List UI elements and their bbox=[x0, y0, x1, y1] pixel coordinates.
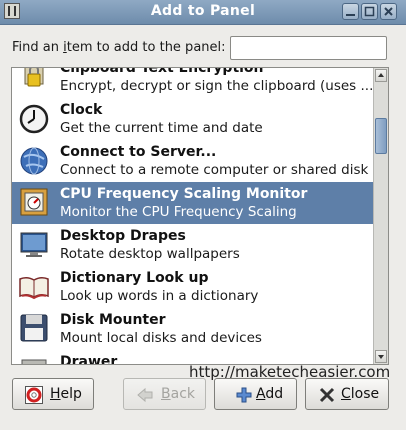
chevron-down-icon bbox=[378, 355, 384, 359]
back-arrow-icon bbox=[137, 387, 153, 403]
close-button-label: Close bbox=[341, 386, 379, 402]
item-desc: Look up words in a dictionary bbox=[60, 288, 259, 304]
item-name: Clipboard Text Encryption bbox=[60, 67, 264, 76]
close-rest: lose bbox=[350, 386, 380, 402]
item-desc: Get the current time and date bbox=[60, 120, 263, 136]
search-label-suffix: tem to add to the panel: bbox=[66, 40, 226, 55]
search-label: Find an item to add to the panel: bbox=[12, 40, 226, 55]
minimize-icon bbox=[346, 14, 355, 16]
help-button[interactable]: Help bbox=[12, 378, 94, 410]
item-name: CPU Frequency Scaling Monitor bbox=[60, 186, 308, 202]
chevron-up-icon bbox=[378, 73, 384, 77]
item-desc: Connect to a remote computer or shared d… bbox=[60, 162, 369, 178]
monitor-icon bbox=[20, 232, 48, 257]
search-label-prefix: Find an bbox=[12, 40, 64, 55]
list-item-clock[interactable]: Clock Get the current time and date bbox=[12, 98, 374, 140]
drawer-icon bbox=[21, 359, 47, 364]
clock-icon bbox=[19, 104, 49, 134]
scroll-thumb[interactable] bbox=[375, 118, 387, 154]
list-item-connect-to-server[interactable]: Connect to Server... Connect to a remote… bbox=[12, 140, 374, 182]
help-mnemonic: H bbox=[50, 386, 61, 402]
help-button-label: Help bbox=[50, 386, 82, 402]
minimize-button[interactable] bbox=[342, 3, 359, 20]
close-x-icon bbox=[319, 387, 335, 403]
back-button-label: Back bbox=[161, 386, 195, 402]
book-icon bbox=[19, 276, 49, 300]
scroll-down-button[interactable] bbox=[375, 350, 387, 363]
applet-list[interactable]: Clipboard Text Encryption Encrypt, decry… bbox=[11, 67, 389, 365]
titlebar[interactable]: Add to Panel bbox=[0, 0, 406, 25]
help-rest: elp bbox=[60, 386, 82, 402]
item-desc: Encrypt, decrypt or sign the clipboard (… bbox=[60, 78, 374, 94]
add-rest: dd bbox=[265, 386, 284, 402]
back-mnemonic: B bbox=[161, 386, 171, 402]
item-name: Dictionary Look up bbox=[60, 270, 209, 286]
search-input[interactable] bbox=[230, 36, 387, 60]
item-desc: Monitor the CPU Frequency Scaling bbox=[60, 204, 297, 220]
list-item-desktop-drapes[interactable]: Desktop Drapes Rotate desktop wallpapers bbox=[12, 224, 374, 266]
item-name: Drawer bbox=[60, 354, 118, 365]
list-item-cpu-frequency-scaling-monitor[interactable]: CPU Frequency Scaling Monitor Monitor th… bbox=[12, 182, 374, 224]
add-to-panel-window: Add to Panel Find an item to add to the … bbox=[0, 0, 406, 430]
close-window-button[interactable] bbox=[380, 3, 397, 20]
item-desc: Mount local disks and devices bbox=[60, 330, 262, 346]
lock-icon bbox=[24, 68, 44, 87]
globe-icon bbox=[20, 147, 48, 175]
add-mnemonic: A bbox=[256, 386, 266, 402]
add-button[interactable]: Add bbox=[214, 378, 297, 410]
add-button-label: Add bbox=[256, 386, 283, 402]
cpu-gauge-icon bbox=[20, 188, 48, 216]
item-name: Desktop Drapes bbox=[60, 228, 186, 244]
plus-icon bbox=[236, 387, 252, 403]
list-scrollbar[interactable] bbox=[373, 68, 388, 364]
list-item-clipboard-text-encryption[interactable]: Clipboard Text Encryption Encrypt, decry… bbox=[12, 67, 374, 98]
item-name: Clock bbox=[60, 102, 103, 118]
list-item-disk-mounter[interactable]: Disk Mounter Mount local disks and devic… bbox=[12, 308, 374, 350]
scroll-up-button[interactable] bbox=[375, 69, 387, 82]
floppy-icon bbox=[20, 314, 48, 342]
item-name: Connect to Server... bbox=[60, 144, 217, 160]
item-name: Disk Mounter bbox=[60, 312, 166, 328]
maximize-icon bbox=[364, 6, 375, 17]
maximize-button[interactable] bbox=[361, 3, 378, 20]
close-button[interactable]: Close bbox=[305, 378, 389, 410]
list-item-dictionary-look-up[interactable]: Dictionary Look up Look up words in a di… bbox=[12, 266, 374, 308]
lifebuoy-icon bbox=[25, 386, 43, 404]
back-button[interactable]: Back bbox=[123, 378, 206, 410]
close-icon bbox=[384, 7, 393, 16]
applet-list-items: Clipboard Text Encryption Encrypt, decry… bbox=[12, 67, 374, 365]
back-rest: ack bbox=[170, 386, 195, 402]
item-desc: Rotate desktop wallpapers bbox=[60, 246, 240, 262]
close-mnemonic: C bbox=[341, 386, 351, 402]
